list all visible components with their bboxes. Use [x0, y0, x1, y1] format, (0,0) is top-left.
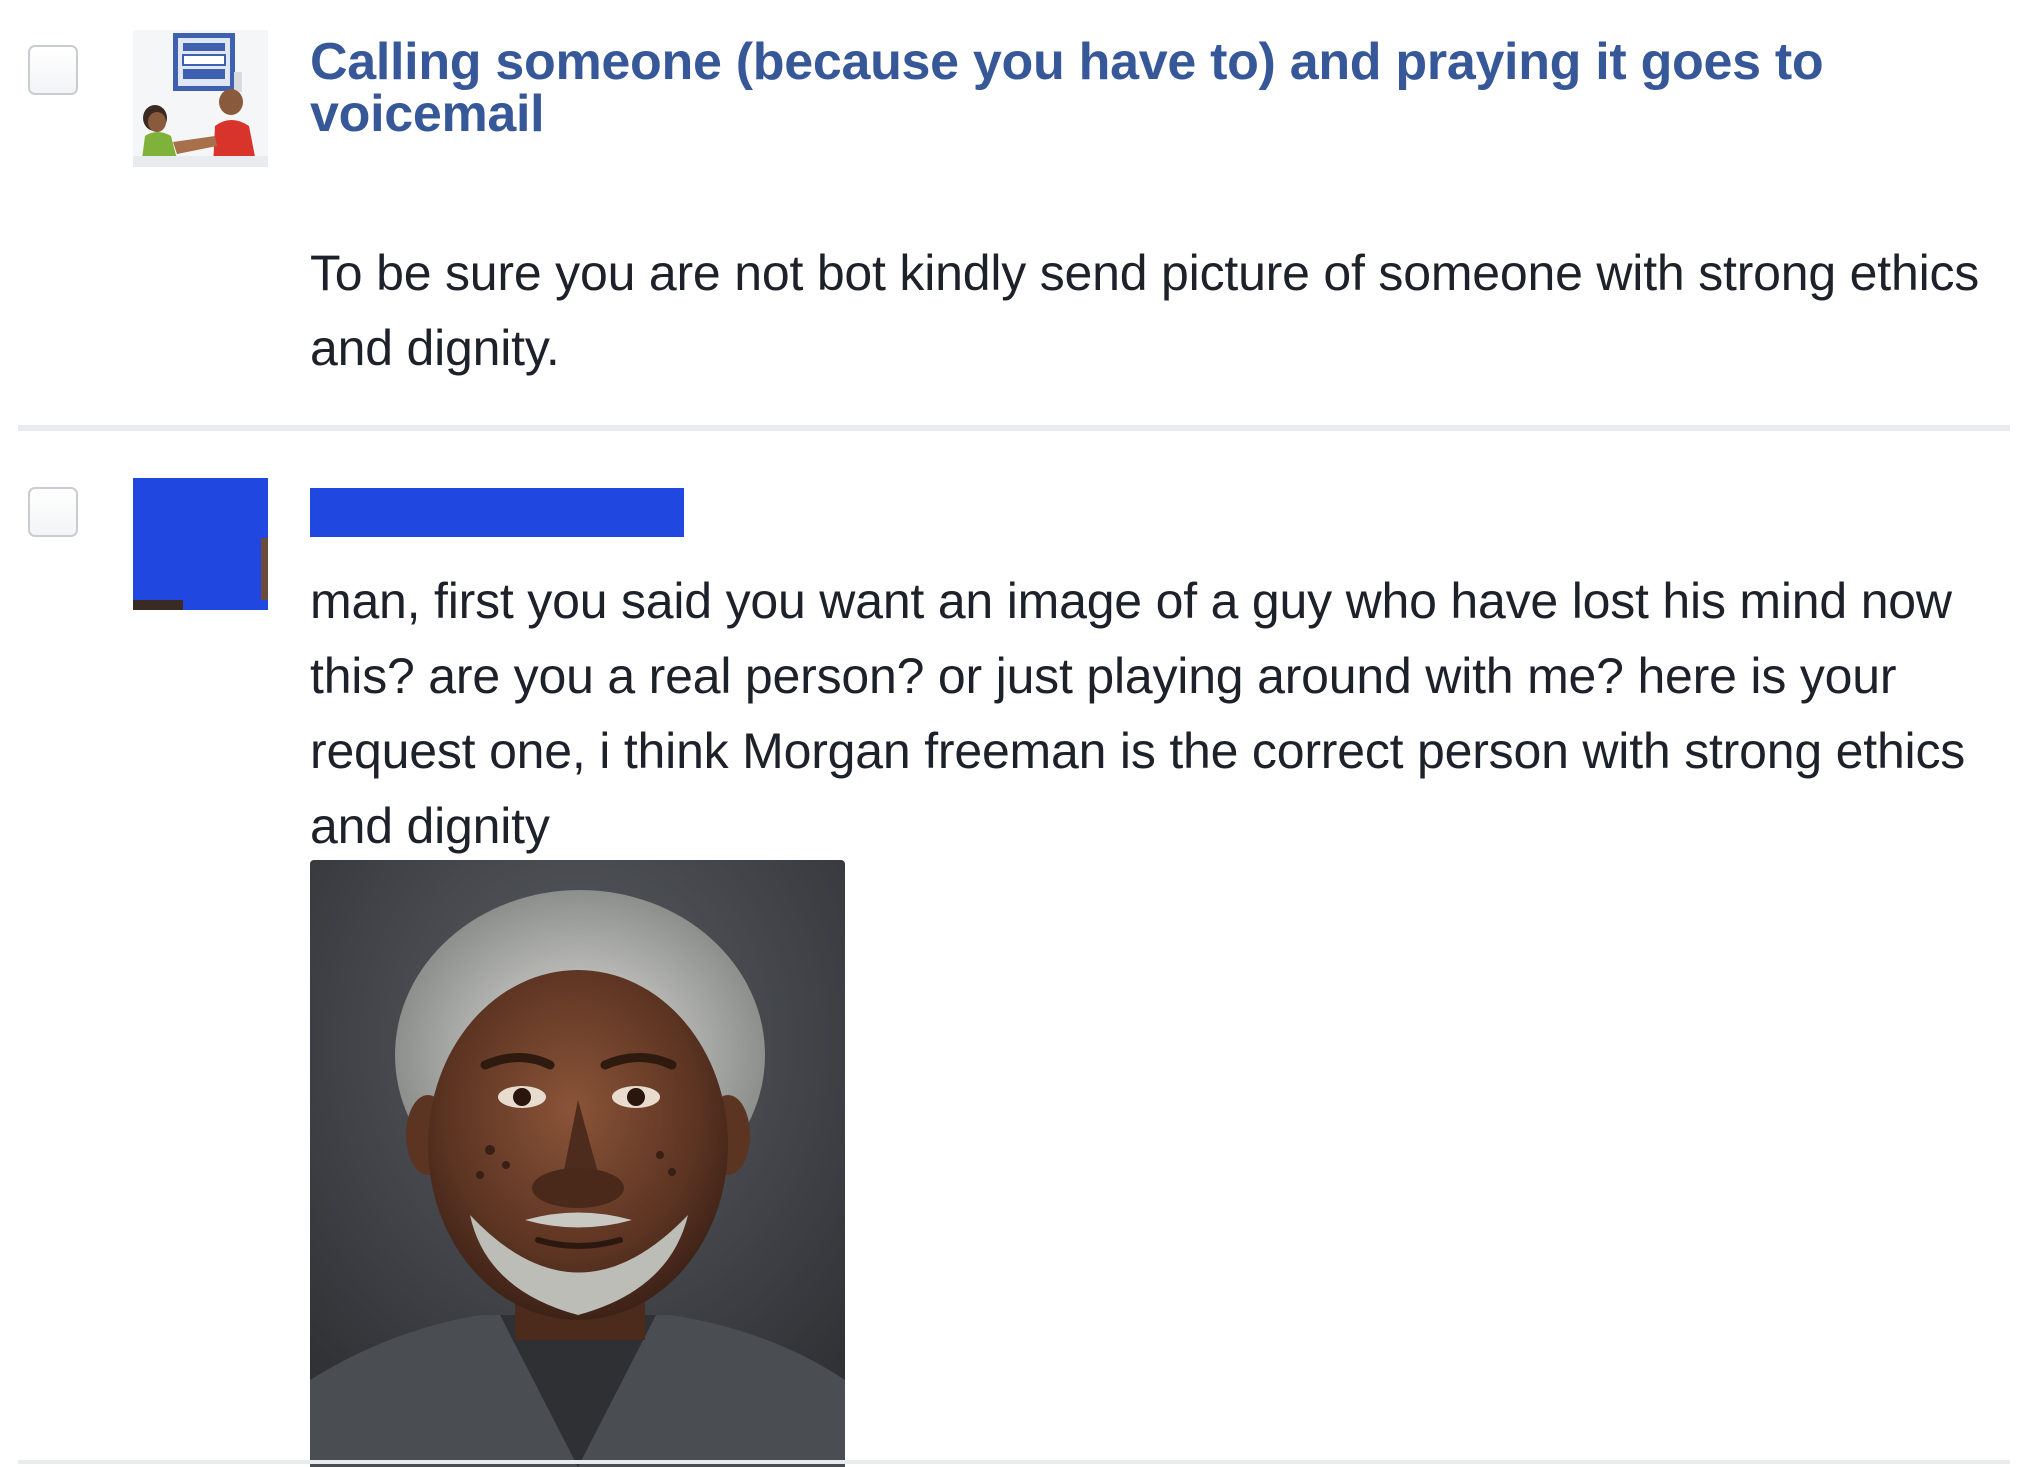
select-message-checkbox[interactable] [28, 487, 78, 537]
message-item: man, first you said you want an image of… [0, 430, 2017, 1467]
voicemail-clipart-icon [133, 30, 268, 167]
select-message-checkbox[interactable] [28, 45, 78, 95]
portrait-photo-icon [310, 860, 845, 1467]
sender-name-redacted[interactable] [310, 488, 684, 537]
message-text: man, first you said you want an image of… [310, 573, 1966, 854]
message-content: Calling someone (because you have to) an… [310, 36, 1997, 386]
thread-title-link[interactable]: Calling someone (because you have to) an… [310, 36, 1997, 140]
message-text: To be sure you are not bot kindly send p… [310, 245, 1980, 376]
attached-photo[interactable] [310, 860, 845, 1467]
avatar[interactable] [133, 30, 268, 167]
redacted-avatar[interactable] [133, 478, 268, 610]
message-divider [18, 1460, 2010, 1464]
message-thread: Calling someone (because you have to) an… [0, 0, 2017, 1467]
message-content: man, first you said you want an image of… [310, 488, 1997, 864]
message-item: Calling someone (because you have to) an… [0, 0, 2017, 428]
redaction-block-icon [133, 478, 268, 610]
